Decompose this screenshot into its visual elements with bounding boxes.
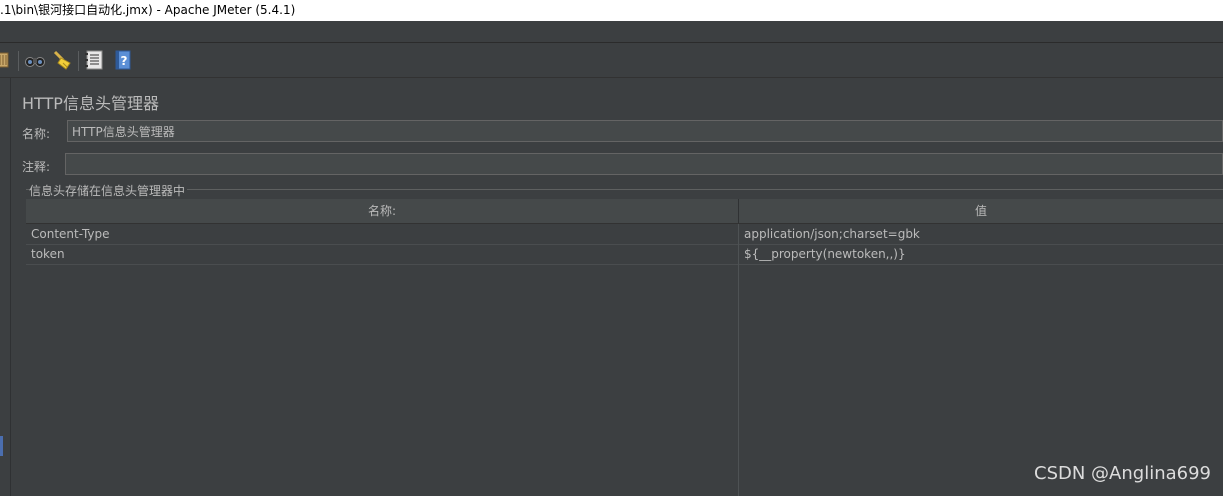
http-header-manager-panel: HTTP信息头管理器 名称: 注释: 信息头存储在信息头管理器中 名称: 值 C… <box>11 78 1223 496</box>
function-list-icon[interactable] <box>84 49 106 71</box>
page-title: HTTP信息头管理器 <box>22 94 159 113</box>
help-icon[interactable]: ? <box>112 49 134 71</box>
toolbar: ? <box>0 43 1223 78</box>
headers-table[interactable]: 名称: 值 Content-Type application/json;char… <box>26 199 1223 496</box>
menu-bar <box>0 21 1223 43</box>
column-header-name[interactable]: 名称: <box>26 199 738 223</box>
header-value-cell[interactable]: application/json;charset=gbk <box>744 224 1219 244</box>
tree-selection-marker <box>0 436 3 456</box>
table-row[interactable]: token ${__property(newtoken,,)} <box>26 244 1223 265</box>
clear-all-broom-icon[interactable] <box>51 49 73 71</box>
group-title: 信息头存储在信息头管理器中 <box>29 184 186 198</box>
comment-field[interactable] <box>65 153 1223 175</box>
watermark: CSDN @Anglina699 <box>1034 463 1211 484</box>
header-name-cell[interactable]: Content-Type <box>31 224 731 244</box>
column-divider <box>738 224 739 496</box>
comment-label: 注释: <box>22 160 51 174</box>
table-header: 名称: 值 <box>26 199 1223 224</box>
broom-icon[interactable] <box>0 49 14 71</box>
group-border <box>187 189 1223 190</box>
svg-text:?: ? <box>121 54 128 68</box>
toolbar-separator <box>78 51 79 71</box>
toolbar-separator <box>18 51 19 71</box>
table-row[interactable]: Content-Type application/json;charset=gb… <box>26 224 1223 245</box>
column-header-value[interactable]: 值 <box>739 199 1223 223</box>
header-name-cell[interactable]: token <box>31 244 731 264</box>
header-value-cell[interactable]: ${__property(newtoken,,)} <box>744 244 1219 264</box>
tree-panel-edge[interactable] <box>0 78 11 496</box>
name-label: 名称: <box>22 127 51 141</box>
window-titlebar: .1\bin\银河接口自动化.jmx) - Apache JMeter (5.4… <box>0 0 1223 21</box>
binoculars-icon[interactable] <box>24 49 46 71</box>
name-field[interactable] <box>67 120 1223 142</box>
window-title: .1\bin\银河接口自动化.jmx) - Apache JMeter (5.4… <box>0 3 296 17</box>
jmeter-window: .1\bin\银河接口自动化.jmx) - Apache JMeter (5.4… <box>0 0 1223 496</box>
